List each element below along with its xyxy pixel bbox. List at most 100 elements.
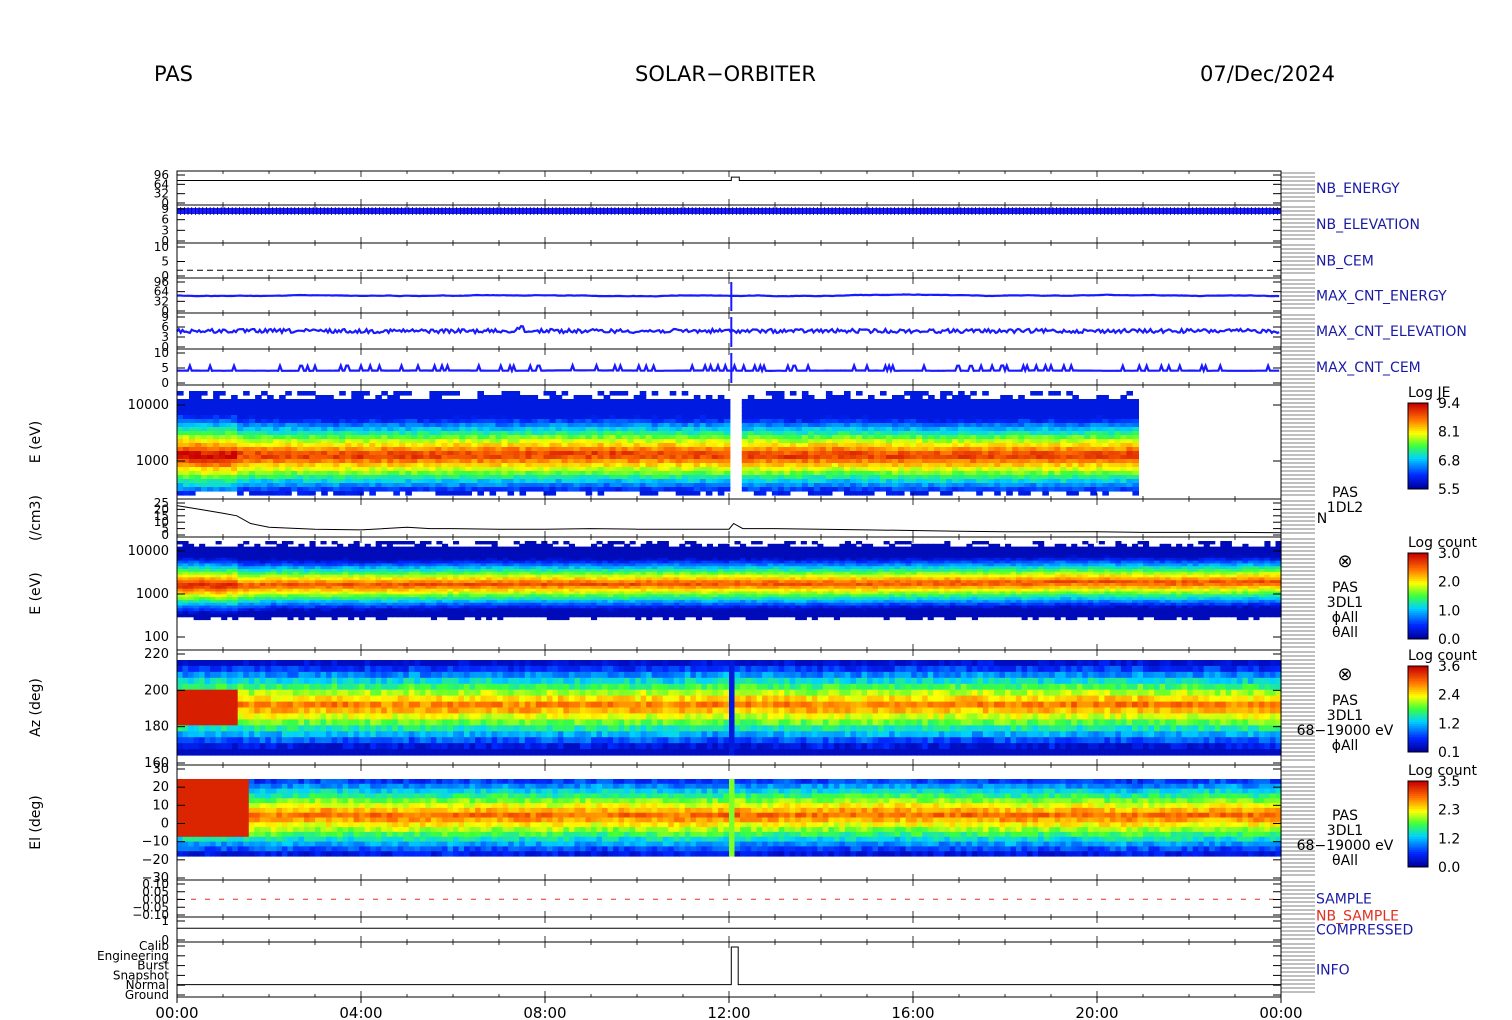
heatmap-cell	[964, 419, 971, 424]
heatmap-cell	[886, 479, 893, 484]
heatmap-cell	[982, 471, 989, 476]
heatmap-cell	[579, 419, 587, 424]
heatmap-cell	[838, 439, 845, 444]
heatmap-cell	[501, 451, 509, 456]
heatmap-cell	[868, 451, 875, 456]
heatmap-cell	[429, 439, 436, 444]
heatmap-cell	[399, 439, 406, 444]
heatmap-cell	[850, 479, 857, 484]
heatmap-cell	[549, 431, 557, 436]
heatmap-cell	[801, 455, 809, 460]
heatmap-cell	[573, 395, 581, 400]
heatmap-cell	[753, 431, 761, 436]
heatmap-cell	[471, 483, 478, 488]
heatmap-cell	[1000, 463, 1007, 468]
heatmap-cell	[1126, 471, 1133, 476]
heatmap-cell	[874, 447, 881, 452]
heatmap-cell	[898, 459, 905, 464]
heatmap-cell	[699, 439, 707, 444]
heatmap-cell	[585, 491, 593, 496]
heatmap-cell	[507, 395, 515, 400]
heatmap-cell	[1036, 407, 1043, 412]
heatmap-cell	[231, 487, 238, 492]
heatmap-cell	[1108, 479, 1115, 484]
heatmap-cell	[1132, 463, 1139, 468]
heatmap-cell	[297, 419, 304, 424]
heatmap-cell	[1072, 439, 1079, 444]
heatmap-cell	[387, 471, 394, 476]
heatmap-cell	[327, 395, 334, 400]
heatmap-cell	[369, 451, 376, 456]
heatmap-cell	[255, 435, 262, 440]
heatmap-cell	[880, 459, 887, 464]
heatmap-cell	[1048, 423, 1055, 428]
heatmap-cell	[946, 403, 953, 408]
heatmap-cell	[747, 459, 755, 464]
heatmap-cell	[297, 479, 304, 484]
heatmap-cell	[393, 483, 400, 488]
heatmap-cell	[243, 403, 250, 408]
heatmap-cell	[639, 435, 647, 440]
heatmap-cell	[970, 435, 977, 440]
heatmap-cell	[417, 423, 424, 428]
heatmap-cell	[1060, 447, 1067, 452]
heatmap-cell	[369, 491, 376, 496]
heatmap-cell	[777, 479, 785, 484]
heatmap-cell	[291, 483, 298, 488]
heatmap-cell	[549, 443, 557, 448]
heatmap-cell	[189, 435, 196, 440]
heatmap-cell	[639, 391, 647, 396]
heatmap-cell	[333, 419, 340, 424]
heatmap-cell	[267, 415, 274, 420]
heatmap-cell	[880, 407, 887, 412]
heatmap-cell	[297, 459, 304, 464]
heatmap-cell	[669, 391, 677, 396]
heatmap-cell	[429, 395, 436, 400]
heatmap-cell	[916, 399, 923, 404]
heatmap-cell	[982, 443, 989, 448]
heatmap-cell	[1030, 411, 1037, 416]
heatmap-cell	[1126, 447, 1133, 452]
heatmap-cell	[934, 487, 941, 492]
heatmap-cell	[225, 431, 232, 436]
heatmap-cell	[657, 399, 665, 404]
panel-info-text: 1DL2	[1327, 500, 1363, 516]
heatmap-cell	[177, 471, 184, 476]
heatmap-cell	[838, 451, 845, 456]
heatmap-cell	[705, 411, 713, 416]
heatmap-cell	[477, 395, 484, 400]
heatmap-cell	[1012, 467, 1019, 472]
heatmap-cell	[886, 487, 893, 492]
heatmap-cell	[357, 423, 364, 428]
heatmap-cell	[423, 403, 430, 408]
heatmap-cell	[243, 435, 250, 440]
heatmap-cell	[958, 451, 965, 456]
heatmap-cell	[753, 459, 761, 464]
heatmap-cell	[1000, 407, 1007, 412]
heatmap-cell	[880, 411, 887, 416]
heatmap-cell	[886, 471, 893, 476]
heatmap-cell	[1054, 415, 1061, 420]
heatmap-cell	[321, 403, 328, 408]
heatmap-cell	[441, 427, 448, 432]
y-tick-label: 10	[154, 240, 169, 254]
heatmap-cell	[231, 435, 238, 440]
heatmap-cell	[639, 491, 647, 496]
heatmap-cell	[555, 471, 563, 476]
heatmap-cell	[483, 463, 490, 468]
heatmap-cell	[573, 459, 581, 464]
heatmap-cell	[303, 419, 310, 424]
heatmap-cell	[633, 479, 641, 484]
heatmap-cell	[1072, 447, 1079, 452]
heatmap-cell	[453, 411, 460, 416]
heatmap-cell	[663, 471, 671, 476]
heatmap-cell	[711, 403, 719, 408]
heatmap-cell	[838, 479, 845, 484]
heatmap-cell	[838, 487, 845, 492]
heatmap-cell	[531, 455, 539, 460]
heatmap-cell	[453, 467, 460, 472]
heatmap-cell	[267, 411, 274, 416]
heatmap-cell	[603, 419, 611, 424]
heatmap-cell	[315, 411, 322, 416]
heatmap-cell	[291, 423, 298, 428]
